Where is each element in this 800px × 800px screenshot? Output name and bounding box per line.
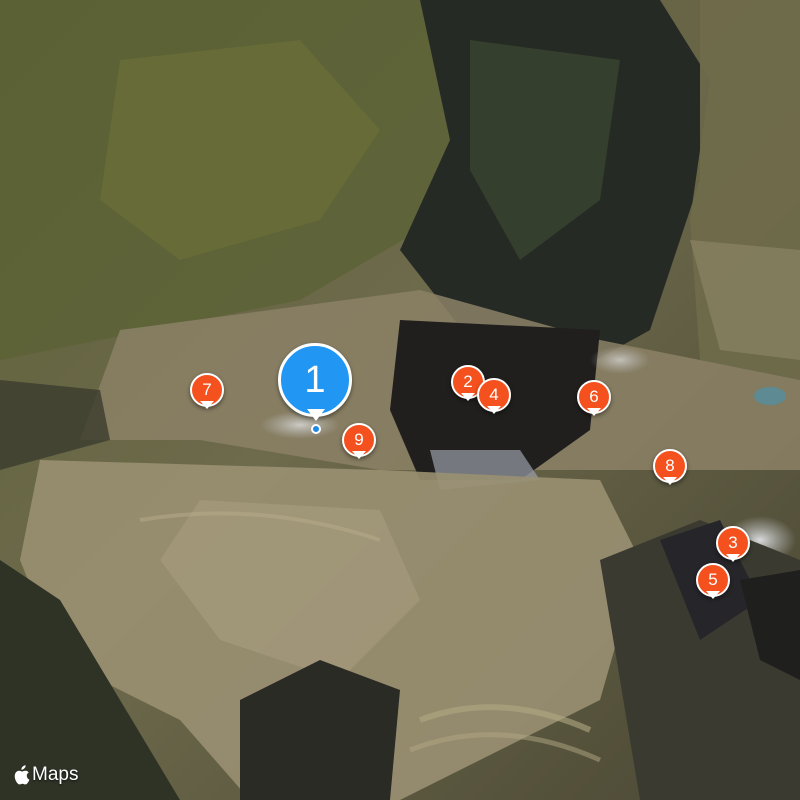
map-pin-label: 4 (489, 385, 499, 404)
map-pin-tail (587, 408, 601, 416)
map-pin-label: 9 (354, 430, 364, 449)
map-pin-label: 3 (728, 533, 738, 552)
maps-attribution[interactable]: Maps (12, 764, 78, 786)
map-pin-icon: 1 (278, 343, 352, 417)
location-dot (311, 424, 321, 434)
map-pin-5[interactable]: 5 (696, 563, 730, 607)
map-pin-tail (307, 409, 325, 421)
map-pin-7[interactable]: 7 (190, 373, 224, 417)
map-pin-label: 7 (202, 380, 212, 399)
map-pin-9[interactable]: 9 (342, 423, 376, 467)
map-pin-label: 5 (708, 570, 718, 589)
map-pin-tail (200, 401, 214, 409)
attribution-text: Maps (32, 764, 79, 785)
map-pin-tail (352, 451, 366, 459)
map-pin-tail (461, 393, 475, 401)
map-pin-6[interactable]: 6 (577, 380, 611, 424)
satellite-terrain (0, 0, 800, 800)
map-pin-tail (726, 554, 740, 562)
map-pin-tail (706, 591, 720, 599)
apple-logo-icon (14, 765, 30, 785)
map-pin-tail (663, 477, 677, 485)
map-view[interactable]: 1 2 3 4 5 6 7 8 9 Maps (0, 0, 800, 800)
map-pin-label: 8 (665, 456, 675, 475)
map-pin-label: 2 (463, 372, 473, 391)
map-pin-label: 6 (589, 387, 599, 406)
map-pin-8[interactable]: 8 (653, 449, 687, 493)
map-pin-label: 1 (304, 358, 326, 401)
map-pin-4[interactable]: 4 (477, 378, 511, 422)
map-pin-tail (487, 406, 501, 414)
